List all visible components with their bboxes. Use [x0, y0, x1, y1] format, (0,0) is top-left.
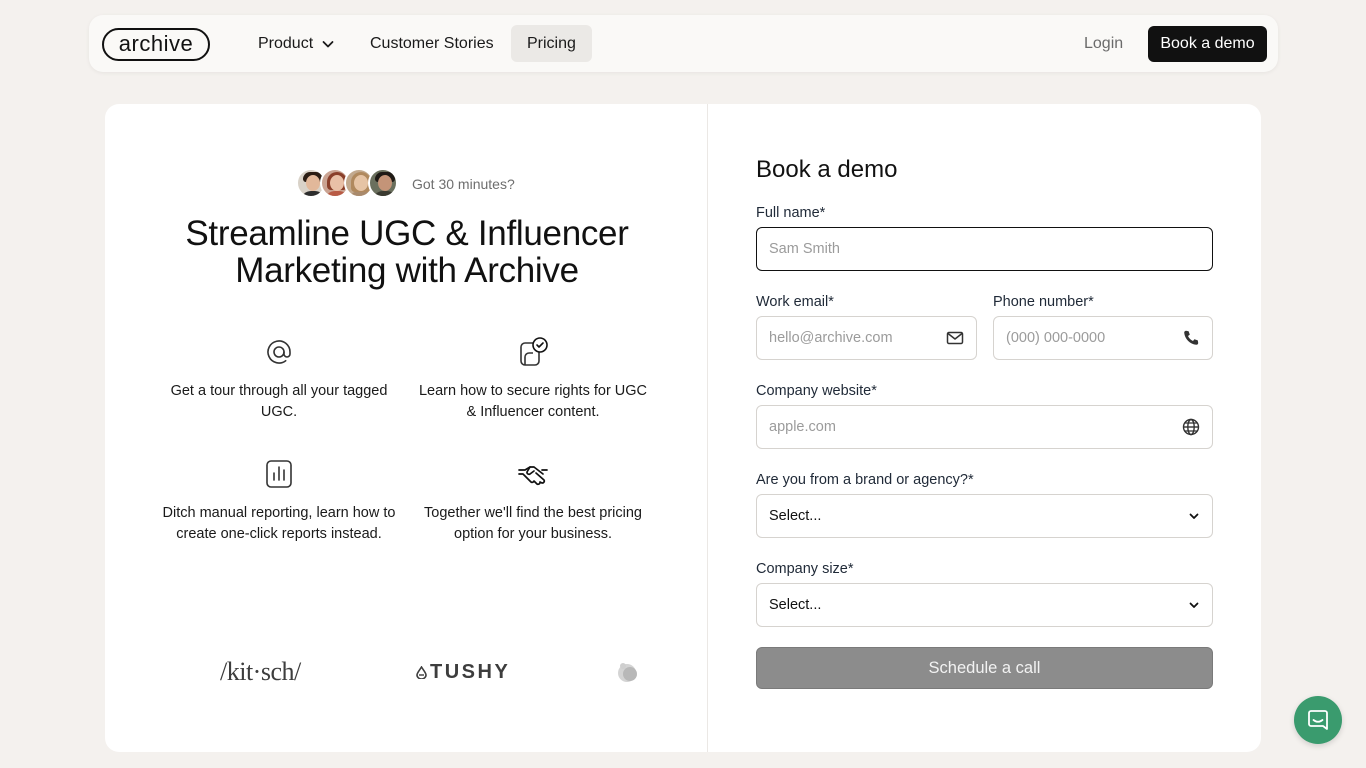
- company-website-label: Company website*: [756, 383, 877, 399]
- feature-tagged-ugc: Get a tour through all your tagged UGC.: [159, 336, 399, 423]
- hero-headline: Streamline UGC & Influencer Marketing wi…: [185, 214, 629, 290]
- avatar: [368, 168, 398, 198]
- team-avatars: [296, 168, 398, 200]
- at-sign-icon: [267, 340, 291, 364]
- work-email-field: [756, 316, 977, 360]
- brand-tushy-text: TUSHY: [430, 660, 511, 683]
- chevron-down-icon: [322, 40, 334, 47]
- partial-brand-icon: [618, 663, 637, 682]
- nav-pricing-link[interactable]: Pricing: [511, 25, 592, 62]
- feature-text: Ditch manual reporting, learn how to cre…: [162, 505, 396, 542]
- chevron-down-icon: [1189, 513, 1199, 519]
- mail-icon: [946, 331, 964, 345]
- company-size-select[interactable]: Select...: [756, 583, 1213, 627]
- got-minutes-text: Got 30 minutes?: [412, 176, 515, 192]
- phone-label: Phone number*: [993, 294, 1094, 310]
- work-email-label: Work email*: [756, 294, 834, 310]
- company-website-input[interactable]: [769, 419, 1176, 435]
- form-title: Book a demo: [756, 156, 898, 183]
- nav-login-link[interactable]: Login: [1084, 25, 1123, 62]
- schedule-call-button[interactable]: Schedule a call: [756, 647, 1213, 689]
- feature-reporting: Ditch manual reporting, learn how to cre…: [159, 458, 399, 545]
- nav-book-demo-button[interactable]: Book a demo: [1148, 26, 1267, 62]
- brand-or-agency-value: Select...: [769, 508, 822, 524]
- droplet-icon: [416, 665, 427, 679]
- nav-customer-stories-link[interactable]: Customer Stories: [370, 25, 494, 62]
- full-name-field: [756, 227, 1213, 271]
- full-name-label: Full name*: [756, 205, 826, 221]
- phone-field: [993, 316, 1213, 360]
- feature-pricing: Together we'll find the best pricing opt…: [413, 458, 653, 545]
- nav-product-menu[interactable]: Product: [258, 25, 335, 62]
- company-size-value: Select...: [769, 597, 822, 613]
- chat-launcher-button[interactable]: [1294, 696, 1342, 744]
- archive-logo[interactable]: archive: [102, 28, 210, 61]
- phone-icon: [1184, 330, 1199, 345]
- feature-text: Get a tour through all your tagged UGC.: [170, 383, 388, 420]
- chevron-down-icon: [1189, 602, 1199, 608]
- company-size-label: Company size*: [756, 561, 854, 577]
- globe-icon: [1182, 418, 1200, 436]
- brand-logo-kitsch: /kit·sch/: [220, 657, 301, 686]
- rights-check-icon: [520, 337, 548, 366]
- bar-chart-icon: [266, 460, 292, 488]
- company-website-field: [756, 405, 1213, 449]
- feature-text: Learn how to secure rights for UGC & Inf…: [418, 383, 648, 420]
- column-divider: [707, 104, 708, 752]
- chat-icon: [1308, 710, 1328, 730]
- work-email-input[interactable]: [769, 330, 940, 346]
- phone-input[interactable]: [1006, 330, 1176, 346]
- demo-card: Got 30 minutes? Streamline UGC & Influen…: [105, 104, 1261, 752]
- brand-logo-partial: [614, 658, 640, 686]
- feature-secure-rights: Learn how to secure rights for UGC & Inf…: [413, 336, 653, 423]
- handshake-icon: [518, 466, 548, 486]
- brand-or-agency-select[interactable]: Select...: [756, 494, 1213, 538]
- feature-text: Together we'll find the best pricing opt…: [424, 505, 642, 542]
- full-name-input[interactable]: [769, 241, 1200, 257]
- top-navbar: archive Product Customer Stories Pricing…: [89, 15, 1278, 72]
- nav-product-label: Product: [258, 34, 314, 52]
- brand-or-agency-label: Are you from a brand or agency?*: [756, 472, 974, 488]
- brand-logo-tushy: TUSHY: [416, 656, 510, 688]
